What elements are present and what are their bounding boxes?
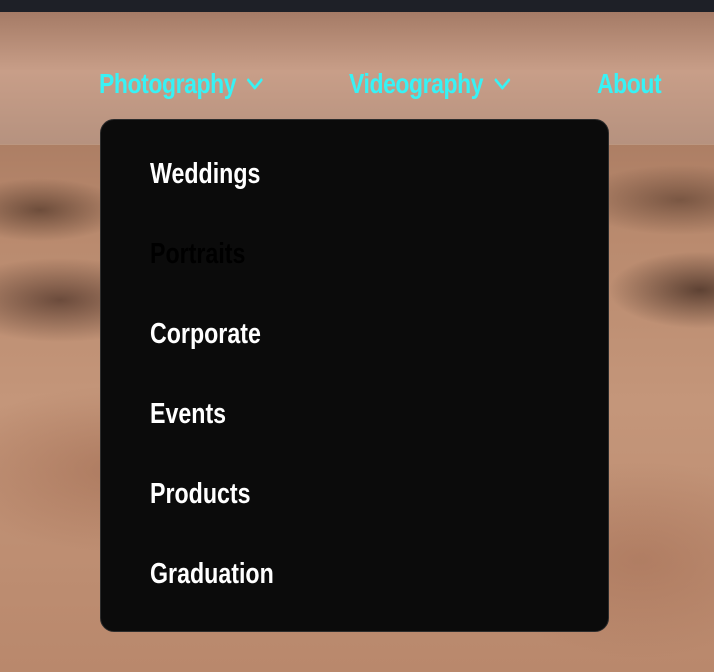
dropdown-item-events[interactable]: Events <box>150 398 226 431</box>
nav-item-videography[interactable]: Videography <box>349 68 511 100</box>
chevron-down-icon <box>246 77 264 91</box>
nav-item-label: Videography <box>349 68 484 99</box>
dropdown-item-products[interactable]: Products <box>150 478 251 511</box>
chevron-down-icon <box>493 77 511 91</box>
photography-dropdown-menu: Weddings Portraits Corporate Events Prod… <box>100 119 609 632</box>
top-bar <box>0 0 714 12</box>
nav-item-label: Photography <box>99 68 237 99</box>
dropdown-item-weddings[interactable]: Weddings <box>150 158 260 191</box>
dropdown-item-corporate[interactable]: Corporate <box>150 318 261 351</box>
dropdown-item-graduation[interactable]: Graduation <box>150 558 274 591</box>
nav-item-about[interactable]: About <box>597 68 662 100</box>
nav-item-label: About <box>597 68 662 99</box>
dropdown-item-portraits[interactable]: Portraits <box>150 238 245 271</box>
nav-item-photography[interactable]: Photography <box>99 68 264 100</box>
